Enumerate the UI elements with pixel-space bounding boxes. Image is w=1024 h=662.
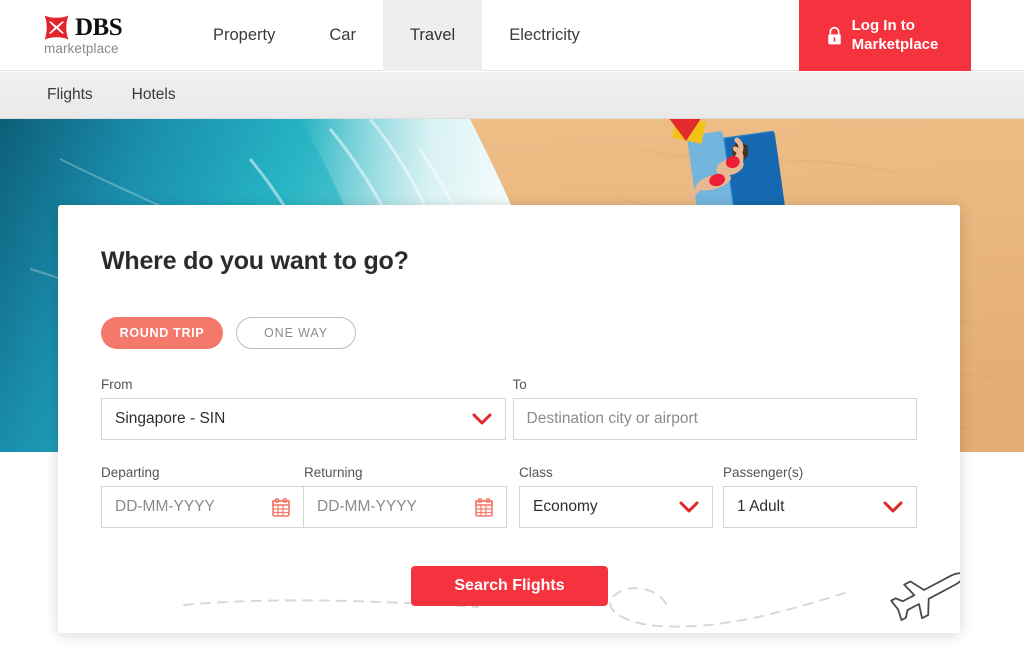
returning-field-group: Returning DD-MM-YYYY [304, 465, 507, 528]
nav-item-property[interactable]: Property [186, 0, 302, 71]
submit-row: Search Flights [101, 552, 960, 644]
from-input[interactable]: Singapore - SIN [101, 398, 506, 440]
trip-type-one-way[interactable]: ONE WAY [236, 317, 356, 349]
chevron-down-icon [883, 501, 903, 512]
calendar-icon[interactable] [272, 497, 290, 517]
class-field-group: Class Economy [519, 465, 713, 528]
logo-wordmark: DBS [75, 13, 123, 41]
class-select[interactable]: Economy [519, 486, 713, 528]
page-title: Where do you want to go? [101, 247, 409, 275]
passengers-select[interactable]: 1 Adult [723, 486, 917, 528]
nav-item-travel[interactable]: Travel [382, 0, 483, 71]
returning-label: Returning [304, 465, 363, 480]
nav-item-electricity[interactable]: Electricity [482, 0, 607, 71]
departing-placeholder: DD-MM-YYYY [115, 498, 215, 515]
subnav-item-flights[interactable]: Flights [47, 86, 93, 104]
lock-icon [827, 26, 841, 44]
login-label-line1: Log In to [851, 16, 915, 34]
flight-search-card: Where do you want to go? ROUND TRIP ONE … [58, 205, 960, 633]
from-label: From [101, 377, 133, 392]
airplane-icon [890, 572, 960, 621]
dbs-x-logo-icon [44, 15, 69, 39]
login-label-line2: Marketplace [851, 35, 939, 53]
origin-destination-row: From Singapore - SIN To Destination city… [101, 377, 917, 440]
returning-date-input[interactable]: DD-MM-YYYY [304, 486, 507, 528]
trip-type-round-trip[interactable]: ROUND TRIP [101, 317, 223, 349]
class-value: Economy [533, 498, 598, 515]
departing-label: Departing [101, 465, 160, 480]
passengers-value: 1 Adult [737, 498, 785, 515]
calendar-icon[interactable] [475, 497, 493, 517]
dates-class-passengers-row: Departing DD-MM-YYYY Returning DD-MM-YYY… [101, 465, 917, 528]
nav-item-car[interactable]: Car [302, 0, 383, 71]
brand-logo[interactable]: DBS marketplace [0, 0, 146, 70]
to-field-group: To Destination city or airport [512, 377, 917, 440]
search-flights-button[interactable]: Search Flights [411, 566, 608, 606]
returning-placeholder: DD-MM-YYYY [317, 498, 417, 515]
logo-row: DBS [44, 15, 146, 40]
login-button[interactable]: Log In to Marketplace [799, 0, 971, 71]
logo-tagline: marketplace [44, 40, 119, 56]
passengers-field-group: Passenger(s) 1 Adult [723, 465, 917, 528]
travel-subnav: Flights Hotels [0, 72, 1024, 119]
site-header: DBS marketplace Property Car Travel Elec… [0, 0, 1024, 71]
to-label: To [512, 377, 527, 392]
from-value: Singapore - SIN [115, 410, 226, 427]
to-placeholder: Destination city or airport [526, 410, 698, 427]
chevron-down-icon [679, 501, 699, 512]
passengers-label: Passenger(s) [723, 465, 804, 480]
travel-booking-page: DBS marketplace Property Car Travel Elec… [0, 0, 1024, 662]
chevron-down-icon [472, 413, 491, 424]
subnav-item-hotels[interactable]: Hotels [132, 86, 176, 104]
trip-type-toggle: ROUND TRIP ONE WAY [101, 317, 917, 349]
departing-field-group: Departing DD-MM-YYYY [101, 465, 304, 528]
main-nav: Property Car Travel Electricity [186, 0, 607, 71]
class-label: Class [519, 465, 553, 480]
departing-date-input[interactable]: DD-MM-YYYY [101, 486, 304, 528]
to-input[interactable]: Destination city or airport [512, 398, 917, 440]
from-field-group: From Singapore - SIN [101, 377, 506, 440]
login-button-label: Log In to Marketplace [852, 17, 939, 55]
